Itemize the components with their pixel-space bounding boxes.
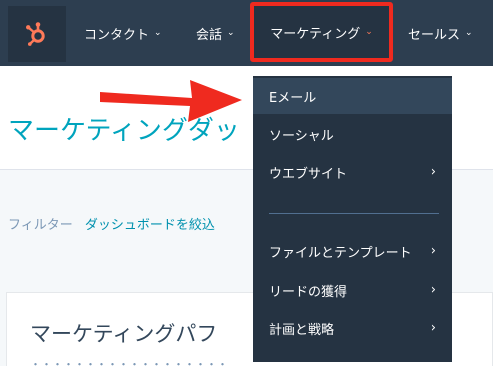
- nav-item-sales[interactable]: セールス ⌄: [408, 0, 473, 66]
- menu-item-label: ウエブサイト: [269, 166, 348, 182]
- nav-item-contacts[interactable]: コンタクト ⌄: [84, 0, 162, 66]
- chevron-down-icon: ⌄: [465, 27, 473, 38]
- chevron-down-icon: ⌄: [227, 27, 235, 38]
- chevron-right-icon: ›: [430, 282, 436, 298]
- nav-item-label: 会話: [196, 27, 223, 43]
- card-title: マーケティングパフ: [30, 322, 218, 346]
- chevron-right-icon: ›: [430, 320, 436, 336]
- menu-item-label: Eメール: [269, 90, 317, 106]
- nav-item-label: セールス: [408, 27, 461, 43]
- menu-item-planning-strategy[interactable]: 計画と戦略 ›: [253, 310, 452, 346]
- hubspot-sprocket-icon: [26, 22, 45, 46]
- nav-item-conversations[interactable]: 会話 ⌄: [196, 0, 235, 66]
- filter-row: フィルター ダッシュボードを絞込: [8, 214, 215, 233]
- menu-item-files-templates[interactable]: ファイルとテンプレート ›: [253, 233, 452, 269]
- menu-item-label: リードの獲得: [269, 284, 348, 300]
- chevron-right-icon: ›: [430, 164, 436, 180]
- nav-item-label: コンタクト: [84, 27, 150, 43]
- menu-item-label: ファイルとテンプレート: [269, 245, 412, 261]
- menu-item-label: 計画と戦略: [269, 322, 335, 338]
- nav-item-marketing[interactable]: マーケティング ⌄: [250, 2, 393, 62]
- top-navigation: コンタクト ⌄ 会話 ⌄ マーケティング ⌄ セールス ⌄: [0, 0, 493, 66]
- marketing-dropdown-menu: Eメール ソーシャル ウエブサイト › ファイルとテンプレート › リードの獲得…: [253, 76, 452, 362]
- filter-label: フィルター: [8, 218, 73, 233]
- red-arrow-icon: [100, 80, 242, 122]
- menu-item-lead-capture[interactable]: リードの獲得 ›: [253, 272, 452, 308]
- chevron-down-icon: ⌄: [365, 27, 373, 37]
- chevron-right-icon: ›: [430, 243, 436, 259]
- menu-item-website[interactable]: ウエブサイト ›: [253, 154, 452, 190]
- menu-item-social[interactable]: ソーシャル: [253, 116, 452, 152]
- menu-divider: [269, 213, 439, 214]
- filter-dashboard-link[interactable]: ダッシュボードを絞込: [85, 218, 215, 233]
- menu-item-label: ソーシャル: [269, 128, 334, 144]
- chevron-down-icon: ⌄: [154, 27, 162, 38]
- hubspot-logo[interactable]: [8, 6, 66, 62]
- card-subtitle: ・・・・・・・・・・・・・・・・・・: [30, 358, 228, 366]
- nav-item-label: マーケティング: [270, 26, 361, 42]
- menu-item-email[interactable]: Eメール: [253, 78, 452, 114]
